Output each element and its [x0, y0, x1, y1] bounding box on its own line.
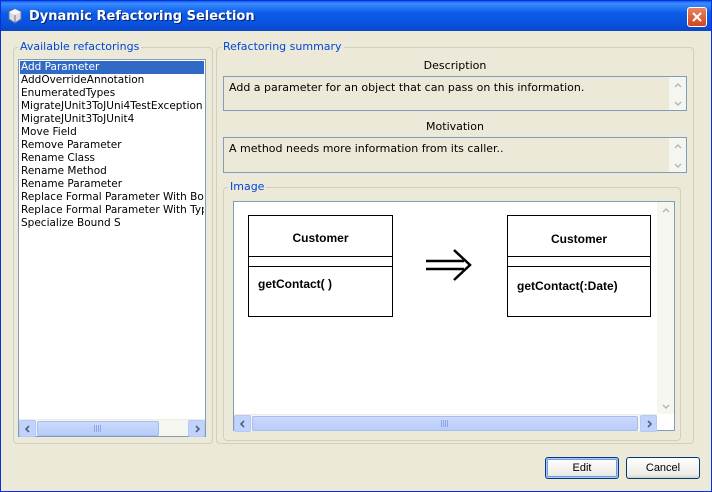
list-item-remove-parameter[interactable]: Remove Parameter [20, 139, 204, 152]
motivation-title: Motivation [426, 120, 484, 133]
double-arrow-right-icon [426, 249, 472, 281]
scroll-right-button[interactable] [640, 415, 657, 432]
list-horizontal-scrollbar[interactable] [19, 419, 205, 437]
scroll-left-button[interactable] [19, 420, 36, 437]
list-item-rename-method[interactable]: Rename Method [20, 165, 204, 178]
scroll-down-button[interactable] [657, 397, 674, 414]
scroll-left-button[interactable] [234, 415, 251, 432]
description-vertical-scrollbar[interactable] [669, 77, 686, 110]
gear-app-icon [8, 8, 22, 24]
chevron-right-icon [194, 424, 200, 433]
chevron-down-icon [674, 101, 681, 106]
scroll-down-button[interactable] [669, 94, 686, 111]
motivation-textarea[interactable]: A method needs more information from its… [223, 137, 687, 173]
uml-class-after: Customer getContact(:Date) [507, 215, 651, 317]
list-item-migrate-junit3-to-junit4[interactable]: MigrateJUnit3ToJUnit4 [20, 113, 204, 126]
refactorings-list[interactable]: Add Parameter AddOverrideAnnotation Enum… [18, 59, 206, 437]
chevron-down-icon [662, 404, 669, 409]
chevron-left-icon [239, 419, 245, 428]
scroll-thumb[interactable] [37, 421, 159, 436]
list-item-replace-formal-parameter-type[interactable]: Replace Formal Parameter With Type [20, 204, 204, 217]
uml-class-after-name: Customer [550, 232, 607, 246]
image-viewer[interactable]: Customer getContact( ) Customer getConta… [233, 201, 675, 432]
title-bar[interactable]: Dynamic Refactoring Selection [1, 1, 711, 31]
list-item-rename-class[interactable]: Rename Class [20, 152, 204, 165]
scroll-up-button[interactable] [669, 138, 686, 155]
edit-button[interactable]: Edit [545, 457, 619, 479]
uml-class-before: Customer getContact( ) [248, 215, 393, 317]
scroll-up-button[interactable] [657, 202, 674, 219]
image-vertical-scrollbar[interactable] [657, 202, 674, 414]
close-button[interactable] [687, 7, 707, 27]
description-title: Description [423, 59, 487, 72]
dialog-window: Dynamic Refactoring Selection Available … [0, 0, 712, 492]
chevron-left-icon [24, 424, 30, 433]
chevron-down-icon [674, 163, 681, 168]
list-item-add-parameter[interactable]: Add Parameter [20, 61, 204, 74]
list-item-specialize-bound[interactable]: Specialize Bound S [20, 217, 204, 230]
list-item-replace-formal-parameter-bound[interactable]: Replace Formal Parameter With Bound [20, 191, 204, 204]
scroll-down-button[interactable] [669, 156, 686, 173]
chevron-up-icon [674, 143, 681, 148]
list-item-move-field[interactable]: Move Field [20, 126, 204, 139]
scroll-right-button[interactable] [188, 420, 205, 437]
description-textarea[interactable]: Add a parameter for an object that can p… [223, 76, 687, 111]
description-text: Add a parameter for an object that can p… [229, 81, 585, 94]
list-item-rename-parameter[interactable]: Rename Parameter [20, 178, 204, 191]
list-item-add-override-annotation[interactable]: AddOverrideAnnotation [20, 74, 204, 87]
image-label: Image [228, 180, 267, 193]
scroll-up-button[interactable] [669, 77, 686, 94]
uml-class-before-operation: getContact( ) [258, 277, 332, 291]
available-refactorings-label: Available refactorings [18, 40, 142, 53]
image-horizontal-scrollbar[interactable] [234, 414, 657, 432]
refactoring-summary-label: Refactoring summary [221, 40, 344, 53]
chevron-up-icon [674, 82, 681, 87]
chevron-right-icon [646, 419, 652, 428]
chevron-up-icon [662, 207, 669, 212]
list-item-enumerated-types[interactable]: EnumeratedTypes [20, 87, 204, 100]
uml-class-before-name: Customer [292, 231, 349, 245]
motivation-vertical-scrollbar[interactable] [669, 138, 686, 172]
list-item-migrate-junit3-test-exception[interactable]: MigrateJUnit3ToJUni4TestException [20, 100, 204, 113]
window-title: Dynamic Refactoring Selection [29, 9, 255, 24]
cancel-button[interactable]: Cancel [626, 457, 700, 479]
motivation-text: A method needs more information from its… [229, 142, 504, 155]
uml-class-after-operation: getContact(:Date) [517, 279, 618, 293]
scroll-thumb[interactable] [252, 416, 638, 431]
close-icon [692, 12, 702, 22]
